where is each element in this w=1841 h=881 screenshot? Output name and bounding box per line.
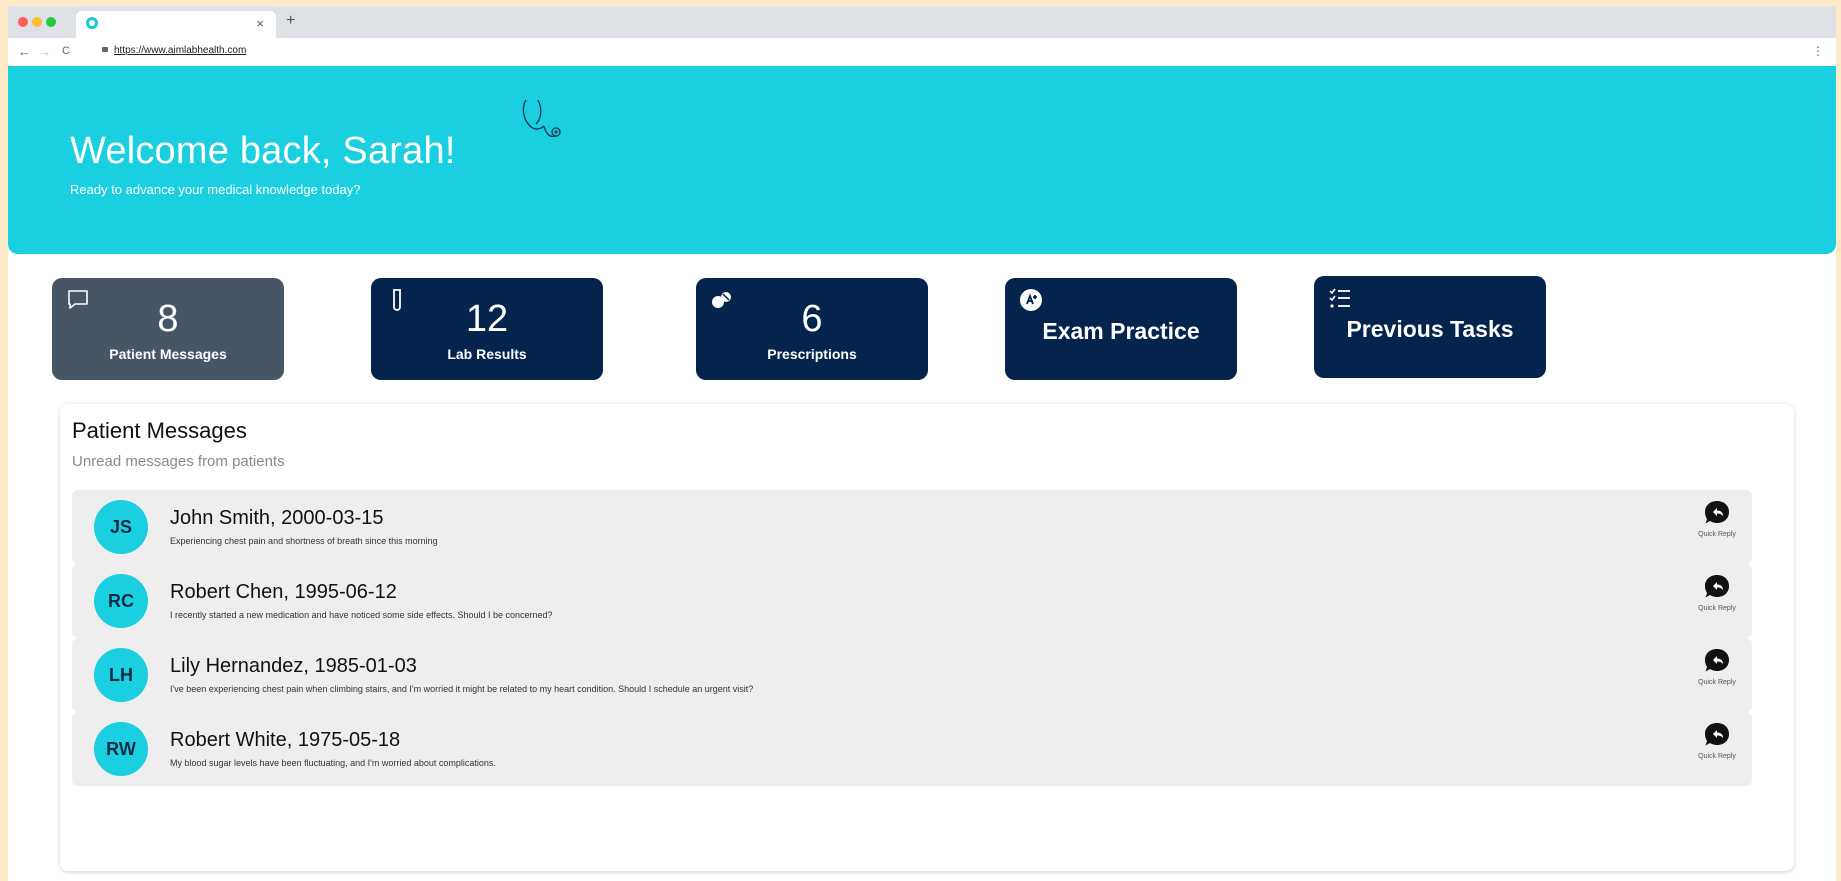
lock-icon (102, 47, 108, 52)
address-toolbar: ← → C https://www.aimlabhealth.com ⋮ (8, 38, 1836, 67)
message-row[interactable]: RC Robert Chen, 1995-06-12 I recently st… (72, 564, 1752, 638)
exam-practice-label: Exam Practice (1042, 318, 1200, 344)
prescriptions-count: 6 (801, 298, 823, 340)
maximize-window-button[interactable] (46, 17, 56, 27)
welcome-title: Welcome back, Sarah! (70, 130, 456, 172)
message-preview: I recently started a new medication and … (170, 610, 553, 620)
close-window-button[interactable] (18, 17, 28, 27)
reply-icon (1705, 649, 1729, 672)
avatar: LH (94, 648, 148, 702)
reply-icon (1705, 501, 1729, 524)
message-preview: I've been experiencing chest pain when c… (170, 684, 754, 694)
welcome-banner: Welcome back, Sarah! Ready to advance yo… (8, 66, 1836, 254)
quick-reply-label: Quick Reply (1698, 753, 1736, 760)
prescriptions-card[interactable]: 6 Prescriptions (696, 278, 928, 380)
back-button[interactable]: ← (18, 44, 31, 59)
patient-messages-panel: Patient Messages Unread messages from pa… (60, 404, 1794, 871)
reply-icon (1705, 575, 1729, 598)
reply-icon (1705, 723, 1729, 746)
quick-reply-button[interactable]: Quick Reply (1692, 498, 1742, 556)
quick-reply-button[interactable]: Quick Reply (1692, 720, 1742, 778)
lab-results-label: Lab Results (447, 346, 527, 362)
quick-reply-button[interactable]: Quick Reply (1692, 572, 1742, 630)
avatar: RC (94, 574, 148, 628)
quick-reply-label: Quick Reply (1698, 531, 1736, 538)
avatar: JS (94, 500, 148, 554)
exam-practice-card[interactable]: Exam Practice (1005, 278, 1237, 380)
tab-bar: × + (8, 6, 1836, 38)
patient-name: Robert White, 1975-05-18 (170, 729, 401, 751)
message-preview: My blood sugar levels have been fluctuat… (170, 758, 496, 768)
previous-tasks-label: Previous Tasks (1346, 316, 1514, 342)
patient-messages-label: Patient Messages (109, 346, 227, 362)
browser-tab[interactable]: × (76, 11, 276, 38)
message-row[interactable]: RW Robert White, 1975-05-18 My blood sug… (72, 712, 1752, 786)
quick-reply-button[interactable]: Quick Reply (1692, 646, 1742, 704)
browser-window: × + ← → C https://www.aimlabhealth.com ⋮… (8, 6, 1836, 881)
patient-name: John Smith, 2000-03-15 (170, 507, 384, 529)
lab-results-card[interactable]: 12 Lab Results (371, 278, 603, 380)
task-list-icon (1329, 288, 1350, 308)
panel-subtitle: Unread messages from patients (72, 453, 285, 470)
prescriptions-label: Prescriptions (767, 346, 857, 362)
lab-results-count: 12 (465, 298, 509, 340)
patient-messages-card[interactable]: 8 Patient Messages (52, 278, 284, 380)
address-bar[interactable]: https://www.aimlabhealth.com (114, 45, 246, 56)
patient-messages-count: 8 (157, 298, 179, 340)
browser-menu-button[interactable]: ⋮ (1812, 44, 1824, 58)
reload-button[interactable]: C (62, 45, 70, 57)
avatar: RW (94, 722, 148, 776)
patient-name: Robert Chen, 1995-06-12 (170, 581, 397, 603)
exam-icon (1020, 289, 1042, 311)
message-row[interactable]: JS John Smith, 2000-03-15 Experiencing c… (72, 490, 1752, 564)
quick-reply-label: Quick Reply (1698, 605, 1736, 612)
quick-reply-label: Quick Reply (1698, 679, 1736, 686)
previous-tasks-card[interactable]: Previous Tasks (1314, 276, 1546, 378)
patient-name: Lily Hernandez, 1985-01-03 (170, 655, 417, 677)
favicon-icon (86, 17, 98, 29)
stethoscope-icon (522, 99, 561, 138)
forward-button[interactable]: → (38, 44, 51, 59)
minimize-window-button[interactable] (32, 17, 42, 27)
welcome-subtitle: Ready to advance your medical knowledge … (70, 182, 361, 197)
new-tab-button[interactable]: + (286, 12, 295, 30)
tab-close-button[interactable]: × (256, 16, 264, 32)
message-row[interactable]: LH Lily Hernandez, 1985-01-03 I've been … (72, 638, 1752, 712)
message-preview: Experiencing chest pain and shortness of… (170, 536, 438, 546)
panel-title: Patient Messages (72, 418, 247, 443)
